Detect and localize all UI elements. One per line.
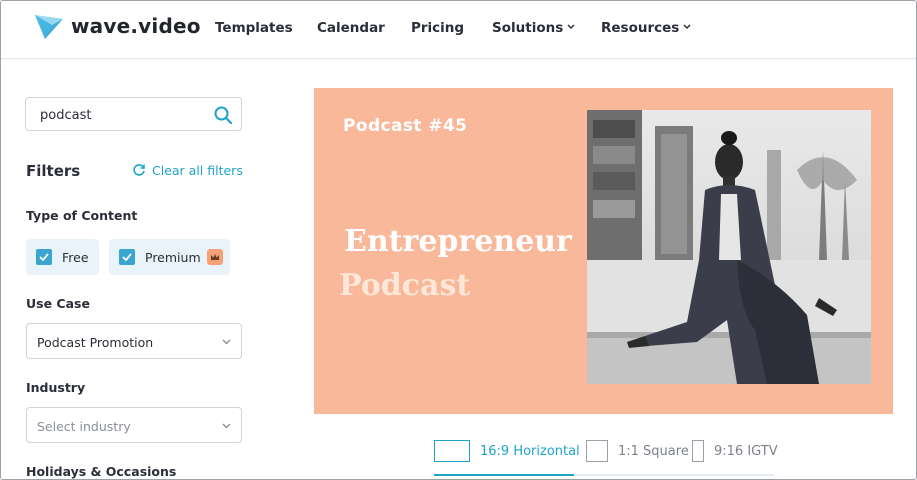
filter-free-chip[interactable]: Free — [26, 239, 99, 275]
square-frame-icon — [586, 440, 608, 462]
refresh-icon — [133, 164, 145, 176]
filters-sidebar: podcast Filters Clear all filters Type o… — [1, 60, 279, 479]
wave-video-logo-icon[interactable] — [34, 13, 64, 41]
preview-episode-tag: Podcast #45 — [343, 116, 468, 136]
nav-calendar[interactable]: Calendar — [317, 20, 385, 36]
ratio-square-tab[interactable]: 1:1 Square — [586, 439, 689, 463]
nav-resources[interactable]: Resources — [601, 20, 691, 36]
filters-heading: Filters — [26, 162, 81, 180]
industry-label: Industry — [26, 380, 86, 395]
crown-icon — [210, 254, 219, 260]
chevron-down-icon — [222, 339, 231, 345]
preview-title: Entrepreneur — [344, 224, 572, 259]
nav-pricing[interactable]: Pricing — [411, 20, 464, 36]
use-case-label: Use Case — [26, 296, 90, 311]
free-checkbox[interactable] — [36, 249, 52, 265]
brand-name[interactable]: wave.video — [71, 14, 201, 38]
holidays-label: Holidays & Occasions — [26, 464, 177, 479]
filter-premium-chip[interactable]: Premium — [109, 239, 230, 275]
nav-solutions[interactable]: Solutions — [492, 20, 575, 36]
chevron-down-icon — [222, 423, 231, 429]
ratio-tab-underline — [434, 474, 774, 476]
use-case-value: Podcast Promotion — [37, 335, 154, 350]
ratio-horizontal-tab[interactable]: 16:9 Horizontal — [434, 439, 580, 463]
premium-badge — [206, 249, 223, 265]
vertical-frame-icon — [692, 440, 704, 462]
premium-checkbox[interactable] — [119, 249, 135, 265]
search-icon[interactable] — [213, 105, 233, 125]
chevron-down-icon — [567, 24, 575, 30]
preview-subtitle: Podcast — [339, 268, 471, 303]
nav-templates[interactable]: Templates — [215, 20, 293, 36]
search-value: podcast — [40, 108, 92, 123]
use-case-select[interactable]: Podcast Promotion — [26, 323, 242, 359]
top-header: wave.video Templates Calendar Pricing So… — [1, 1, 916, 59]
free-label: Free — [62, 249, 89, 265]
preview-photo — [587, 110, 871, 384]
template-preview-area: Podcast #45 Entrepreneur Podcast 16:9 Ho… — [279, 60, 916, 479]
industry-placeholder: Select industry — [37, 419, 131, 434]
checkmark-icon — [122, 253, 132, 261]
ratio-igtv-tab[interactable]: 9:16 IGTV — [692, 439, 778, 463]
checkmark-icon — [39, 253, 49, 261]
industry-select[interactable]: Select industry — [26, 407, 242, 443]
search-input[interactable]: podcast — [25, 97, 242, 131]
app-window: wave.video Templates Calendar Pricing So… — [0, 0, 917, 480]
horizontal-frame-icon — [434, 440, 470, 462]
template-preview[interactable]: Podcast #45 Entrepreneur Podcast — [314, 88, 893, 414]
chevron-down-icon — [683, 24, 691, 30]
premium-label: Premium — [145, 249, 201, 265]
clear-all-filters-link[interactable]: Clear all filters — [132, 163, 243, 178]
type-of-content-label: Type of Content — [26, 208, 138, 223]
